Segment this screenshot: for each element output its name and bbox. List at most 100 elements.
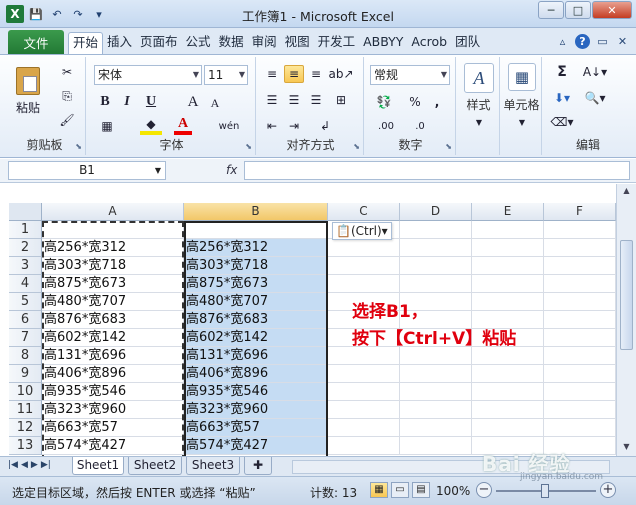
cell-b5[interactable]: 高480*宽707 xyxy=(184,293,328,311)
insert-function-icon[interactable]: fx xyxy=(226,163,237,177)
cell-a11[interactable]: 高323*宽960 xyxy=(42,401,184,419)
cell-e3[interactable] xyxy=(472,257,544,275)
normal-view-icon[interactable]: ▦ xyxy=(370,482,388,498)
cell-f1[interactable] xyxy=(544,221,616,239)
row-header[interactable]: 4 xyxy=(9,275,42,293)
row-header[interactable]: 2 xyxy=(9,239,42,257)
scroll-up-icon[interactable]: ▲ xyxy=(620,186,633,198)
clipboard-launcher-icon[interactable]: ⬊ xyxy=(75,142,82,151)
cell-f6[interactable] xyxy=(544,311,616,329)
font-name-combo[interactable]: 宋体 ▼ xyxy=(94,65,202,85)
row-header[interactable]: 13 xyxy=(9,437,42,455)
styles-icon[interactable]: A xyxy=(464,63,494,93)
name-box[interactable]: B1 ▼ xyxy=(8,161,166,180)
column-header-a[interactable]: A xyxy=(42,203,184,221)
chevron-down-icon[interactable]: ▼ xyxy=(474,117,484,127)
underline-button[interactable]: U xyxy=(142,93,160,111)
cell-e10[interactable] xyxy=(472,383,544,401)
align-middle-icon[interactable]: ≡ xyxy=(284,65,304,83)
cell-f2[interactable] xyxy=(544,239,616,257)
zoom-level[interactable]: 100% xyxy=(436,484,470,498)
cell-d13[interactable] xyxy=(400,437,472,455)
number-format-combo[interactable]: 常规 ▼ xyxy=(370,65,450,85)
cell-a6[interactable]: 高876*宽683 xyxy=(42,311,184,329)
tab-9[interactable]: ABBYY xyxy=(359,32,407,54)
cell-f11[interactable] xyxy=(544,401,616,419)
cell-b7[interactable]: 高602*宽142 xyxy=(184,329,328,347)
cell-d9[interactable] xyxy=(400,365,472,383)
cell-a5[interactable]: 高480*宽707 xyxy=(42,293,184,311)
tab-5[interactable]: 数据 xyxy=(215,32,248,54)
cell-e9[interactable] xyxy=(472,365,544,383)
cell-a1[interactable] xyxy=(42,221,184,239)
cell-b1[interactable] xyxy=(184,221,328,239)
wrap-text-icon[interactable]: ↲ xyxy=(314,117,336,135)
tab-3[interactable]: 页面布 xyxy=(136,32,182,54)
cut-icon[interactable]: ✂ xyxy=(56,63,78,81)
row-header[interactable]: 9 xyxy=(9,365,42,383)
copy-icon[interactable]: ⎘ xyxy=(56,87,78,105)
chevron-down-icon[interactable]: ▼ xyxy=(517,117,527,127)
next-sheet-icon[interactable]: ▶ xyxy=(31,460,38,470)
grow-font-button[interactable]: A xyxy=(184,93,202,111)
merge-center-icon[interactable]: ⊞ xyxy=(330,91,352,109)
prev-sheet-icon[interactable]: ◀ xyxy=(21,460,28,470)
cell-f7[interactable] xyxy=(544,329,616,347)
cell-d12[interactable] xyxy=(400,419,472,437)
cell-b9[interactable]: 高406*宽896 xyxy=(184,365,328,383)
cell-a9[interactable]: 高406*宽896 xyxy=(42,365,184,383)
tab-4[interactable]: 公式 xyxy=(182,32,215,54)
page-break-view-icon[interactable]: ▤ xyxy=(412,482,430,498)
cell-e1[interactable] xyxy=(472,221,544,239)
increase-indent-icon[interactable]: ⇥ xyxy=(284,117,304,135)
cell-c9[interactable] xyxy=(328,365,400,383)
cell-b3[interactable]: 高303*宽718 xyxy=(184,257,328,275)
cell-d3[interactable] xyxy=(400,257,472,275)
paste-options-button[interactable]: 📋(Ctrl)▾ xyxy=(332,222,392,240)
cell-f5[interactable] xyxy=(544,293,616,311)
formula-input[interactable] xyxy=(244,161,630,180)
cell-e4[interactable] xyxy=(472,275,544,293)
styles-label[interactable]: 样式 xyxy=(458,96,499,113)
cell-f4[interactable] xyxy=(544,275,616,293)
minimize-ribbon-icon[interactable]: ▵ xyxy=(555,34,570,49)
insert-sheet-icon[interactable]: ✚ xyxy=(244,457,272,475)
decrease-indent-icon[interactable]: ⇤ xyxy=(262,117,282,135)
row-header[interactable]: 8 xyxy=(9,347,42,365)
cell-a4[interactable]: 高875*宽673 xyxy=(42,275,184,293)
column-header-f[interactable]: F xyxy=(544,203,616,221)
cell-f3[interactable] xyxy=(544,257,616,275)
cell-a7[interactable]: 高602*宽142 xyxy=(42,329,184,347)
tab-6[interactable]: 审阅 xyxy=(248,32,281,54)
minimize-button[interactable]: ─ xyxy=(538,1,564,19)
cell-c13[interactable] xyxy=(328,437,400,455)
cell-c12[interactable] xyxy=(328,419,400,437)
fill-color-icon[interactable]: ◆ xyxy=(140,117,162,135)
row-header[interactable]: 5 xyxy=(9,293,42,311)
currency-icon[interactable]: 💱 xyxy=(372,93,396,111)
first-sheet-icon[interactable]: |◀ xyxy=(8,460,18,470)
restore-window-icon[interactable]: ▭ xyxy=(595,34,610,49)
close-button[interactable]: ✕ xyxy=(592,1,632,19)
autosum-button[interactable]: Σ xyxy=(550,63,574,81)
number-launcher-icon[interactable]: ⬊ xyxy=(445,142,452,151)
close-workbook-icon[interactable]: ✕ xyxy=(615,34,630,49)
font-size-combo[interactable]: 11 ▼ xyxy=(204,65,248,85)
cell-b10[interactable]: 高935*宽546 xyxy=(184,383,328,401)
row-header[interactable]: 3 xyxy=(9,257,42,275)
column-header-e[interactable]: E xyxy=(472,203,544,221)
cell-a2[interactable]: 高256*宽312 xyxy=(42,239,184,257)
cell-c4[interactable] xyxy=(328,275,400,293)
increase-decimal-button[interactable]: .00 xyxy=(372,117,400,135)
fill-icon[interactable]: ⬇▾ xyxy=(550,89,574,107)
zoom-slider-knob[interactable] xyxy=(541,484,549,498)
decrease-decimal-button[interactable]: .0 xyxy=(406,117,434,135)
tab-10[interactable]: Acrob xyxy=(407,32,451,54)
font-launcher-icon[interactable]: ⬊ xyxy=(245,142,252,151)
align-top-icon[interactable]: ≡ xyxy=(262,65,282,83)
cell-b6[interactable]: 高876*宽683 xyxy=(184,311,328,329)
help-icon[interactable]: ? xyxy=(575,34,590,49)
maximize-button[interactable]: □ xyxy=(565,1,591,19)
cell-a3[interactable]: 高303*宽718 xyxy=(42,257,184,275)
cell-a12[interactable]: 高663*宽57 xyxy=(42,419,184,437)
